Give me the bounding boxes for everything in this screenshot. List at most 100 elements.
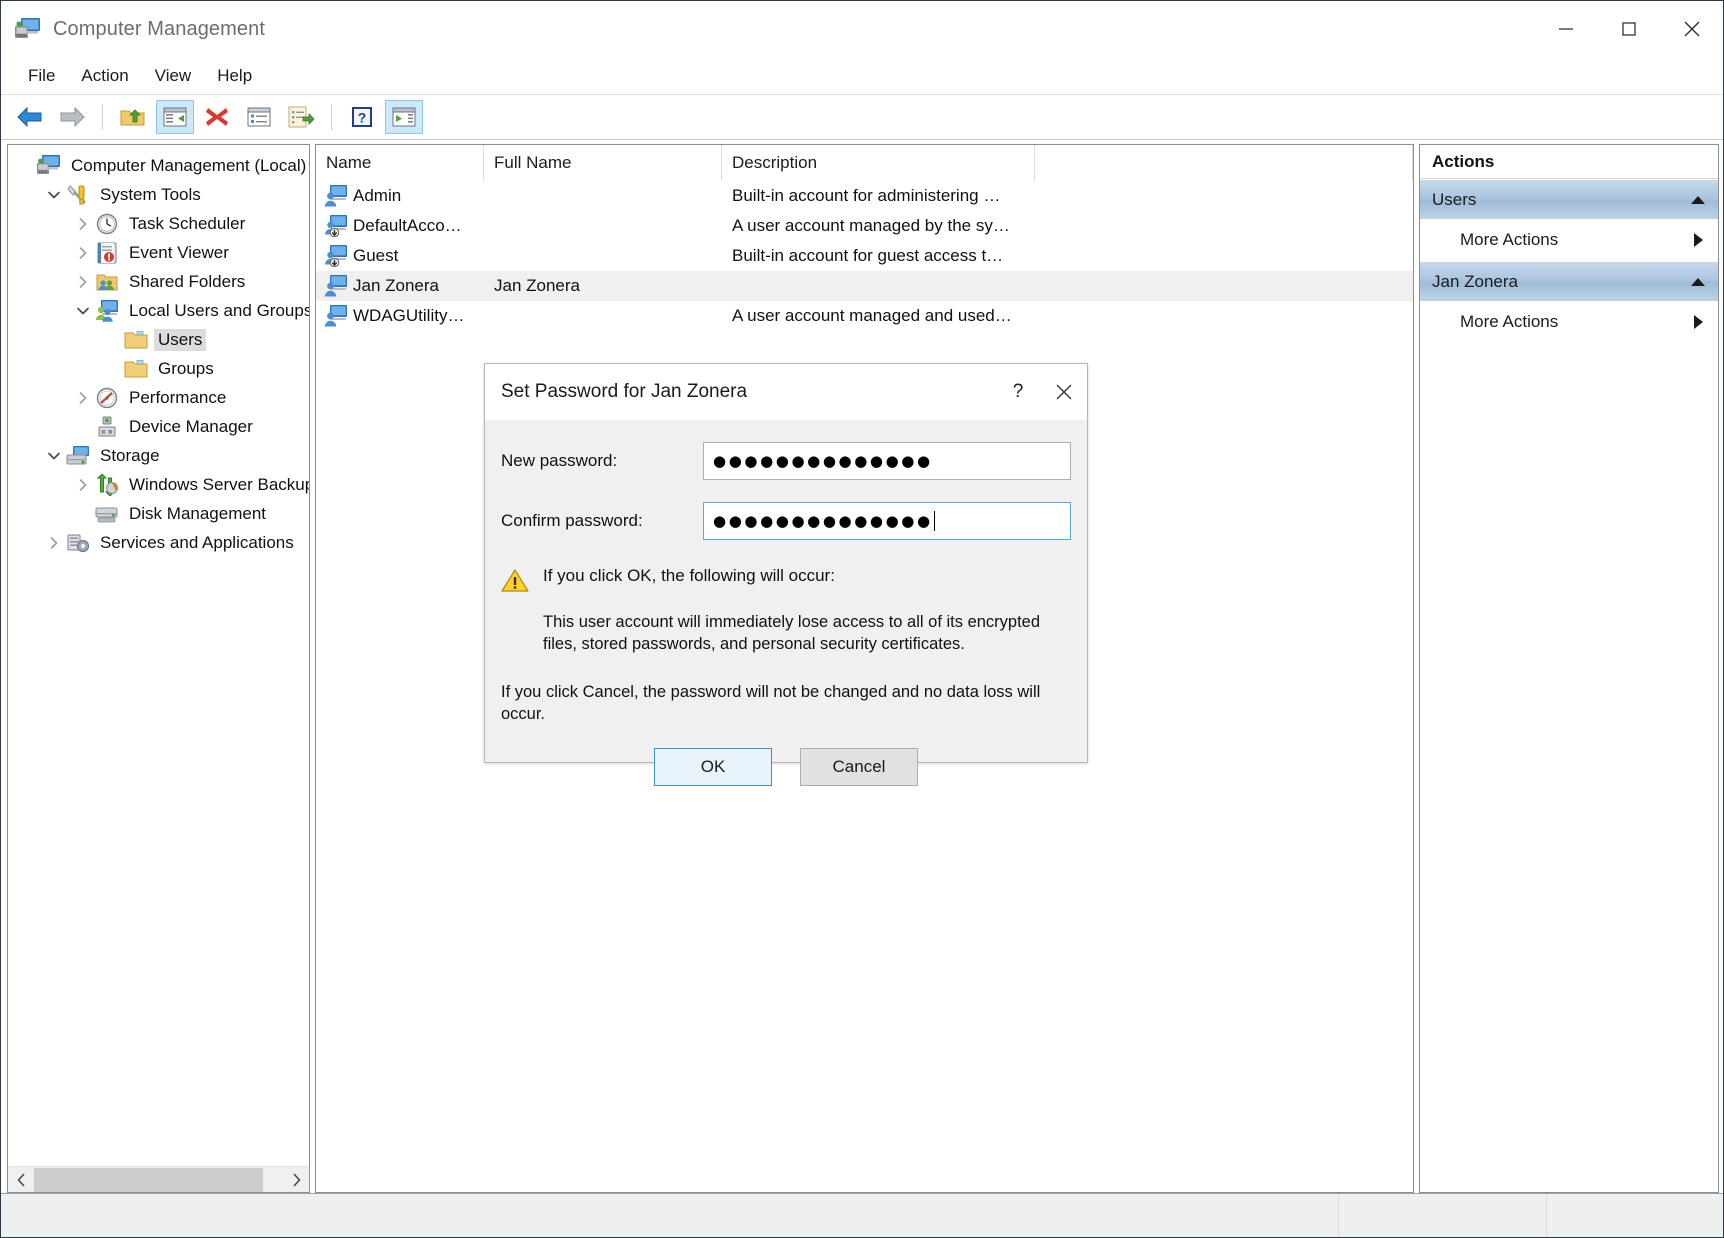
console-tree-pane: Computer Management (Local) System Tools T… (7, 144, 310, 1193)
chevron-right-icon[interactable] (72, 246, 94, 260)
delete-button[interactable] (198, 100, 236, 134)
minimize-button[interactable] (1534, 1, 1597, 57)
column-header-name[interactable]: Name (316, 145, 484, 181)
tree-node-system-tools[interactable]: System Tools (8, 180, 309, 209)
dialog-close-button[interactable] (1041, 364, 1087, 420)
actions-group-header[interactable]: Users (1420, 179, 1718, 219)
actions-list: Users More Actions Jan Zonera More Actions (1420, 179, 1718, 343)
chevron-left-icon[interactable] (8, 1167, 34, 1193)
status-cell-second (1339, 1194, 1547, 1237)
tree-node-users[interactable]: Users (8, 325, 309, 354)
performance-icon (94, 387, 120, 409)
ok-button[interactable]: OK (654, 747, 772, 786)
actions-group-header[interactable]: Jan Zonera (1420, 261, 1718, 301)
title-bar: Computer Management (1, 1, 1723, 57)
cell-name-text: Admin (353, 186, 402, 205)
chevron-up-icon[interactable] (1690, 194, 1706, 206)
tree-node-label: Users (154, 328, 207, 351)
cell-name: Admin (316, 185, 484, 207)
help-button[interactable]: ? (343, 100, 381, 134)
close-button[interactable] (1660, 1, 1723, 57)
column-header-full-name[interactable]: Full Name (484, 145, 722, 181)
users-list-rows: Admin Built-in account for administering … (316, 181, 1413, 331)
table-row[interactable]: Admin Built-in account for administering … (316, 181, 1413, 211)
chevron-right-icon[interactable] (72, 391, 94, 405)
table-row[interactable]: WDAGUtility… A user account managed and u… (316, 301, 1413, 331)
tree-node-event-viewer[interactable]: Event Viewer (8, 238, 309, 267)
chevron-down-icon[interactable] (72, 304, 94, 318)
tree-node-device-manager[interactable]: Device Manager (8, 412, 309, 441)
tree-node-task-scheduler[interactable]: Task Scheduler (8, 209, 309, 238)
list-column-headers: Name Full Name Description (316, 145, 1413, 181)
actions-item-more-actions[interactable]: More Actions (1420, 301, 1718, 343)
menu-action[interactable]: Action (68, 62, 141, 90)
tree-node-performance[interactable]: Performance (8, 383, 309, 412)
chevron-down-icon[interactable] (43, 449, 65, 463)
tree-horizontal-scrollbar[interactable] (8, 1166, 309, 1192)
tree-node-groups[interactable]: Groups (8, 354, 309, 383)
actions-pane: Actions Users More Actions Jan Zonera More … (1419, 144, 1719, 1193)
column-header-description[interactable]: Description (722, 145, 1035, 181)
forward-button[interactable] (53, 100, 91, 134)
table-row[interactable]: Jan Zonera Jan Zonera (316, 271, 1413, 301)
cell-name-text: Jan Zonera (353, 276, 439, 295)
chevron-right-icon[interactable] (72, 275, 94, 289)
dialog-buttons: OK Cancel (501, 747, 1071, 786)
triangle-right-icon[interactable] (1692, 314, 1704, 330)
chevron-right-icon[interactable] (283, 1167, 309, 1193)
actions-item-more-actions[interactable]: More Actions (1420, 219, 1718, 261)
maximize-button[interactable] (1597, 1, 1660, 57)
tree-node-storage[interactable]: Storage (8, 441, 309, 470)
menu-file[interactable]: File (15, 62, 68, 90)
show-hide-action-pane-button[interactable] (385, 100, 423, 134)
tree-node-computer-management-local[interactable]: Computer Management (Local) (8, 151, 309, 180)
table-row[interactable]: Guest Built-in account for guest access t… (316, 241, 1413, 271)
tree-node-label: Groups (158, 358, 214, 378)
scrollbar-track[interactable] (34, 1167, 283, 1193)
show-hide-console-tree-button[interactable] (156, 100, 194, 134)
tree-node-local-users-and-groups[interactable]: Local Users and Groups (8, 296, 309, 325)
back-button[interactable] (11, 100, 49, 134)
table-row[interactable]: DefaultAcco… A user account managed by th… (316, 211, 1413, 241)
chevron-right-icon[interactable] (72, 217, 94, 231)
column-header-filler (1035, 145, 1413, 181)
window-controls (1534, 1, 1723, 57)
chevron-down-icon[interactable] (43, 188, 65, 202)
menu-help[interactable]: Help (204, 62, 265, 90)
cell-description: Built-in account for administering … (732, 186, 1001, 205)
computer-management-icon (15, 17, 41, 41)
folder-icon (123, 359, 149, 379)
cell-name: Jan Zonera (316, 275, 484, 297)
chevron-up-icon[interactable] (1690, 276, 1706, 288)
properties-button[interactable] (240, 100, 278, 134)
tree-node-label: Windows Server Backup (129, 474, 309, 494)
user-disabled-icon (324, 215, 348, 237)
set-password-dialog: Set Password for Jan Zonera ? New passwo… (484, 363, 1088, 786)
status-bar (1, 1193, 1723, 1237)
system-tools-icon (65, 184, 91, 206)
up-one-level-button[interactable] (114, 100, 152, 134)
tree-node-label: Performance (129, 387, 227, 407)
server-backup-icon (94, 473, 120, 496)
tree-node-disk-management[interactable]: Disk Management (8, 499, 309, 528)
tree-node-services-and-applications[interactable]: Services and Applications (8, 528, 309, 557)
triangle-right-icon[interactable] (1692, 232, 1704, 248)
cancel-button[interactable]: Cancel (800, 747, 918, 786)
confirm-password-field-row: Confirm password: ●●●●●●●●●●●●●● (501, 502, 1071, 540)
tree-node-shared-folders[interactable]: Shared Folders (8, 267, 309, 296)
tree-node-label: Shared Folders (129, 271, 246, 291)
chevron-right-icon[interactable] (43, 536, 65, 550)
new-password-input[interactable]: ●●●●●●●●●●●●●● (703, 442, 1071, 480)
dialog-help-button[interactable]: ? (995, 364, 1041, 420)
confirm-password-input[interactable]: ●●●●●●●●●●●●●● (703, 502, 1071, 540)
chevron-right-icon[interactable] (72, 478, 94, 492)
export-list-button[interactable] (282, 100, 320, 134)
tree-node-label: System Tools (100, 184, 201, 204)
cell-description: A user account managed by the sy… (732, 216, 1010, 235)
user-icon (324, 185, 348, 207)
computer-management-window: Computer Management File Action View Hel… (0, 0, 1724, 1238)
scrollbar-thumb[interactable] (34, 1167, 264, 1192)
tree-node-windows-server-backup[interactable]: Windows Server Backup (8, 470, 309, 499)
menu-view[interactable]: View (142, 62, 205, 90)
warning-heading: If you click OK, the following will occu… (543, 566, 835, 585)
